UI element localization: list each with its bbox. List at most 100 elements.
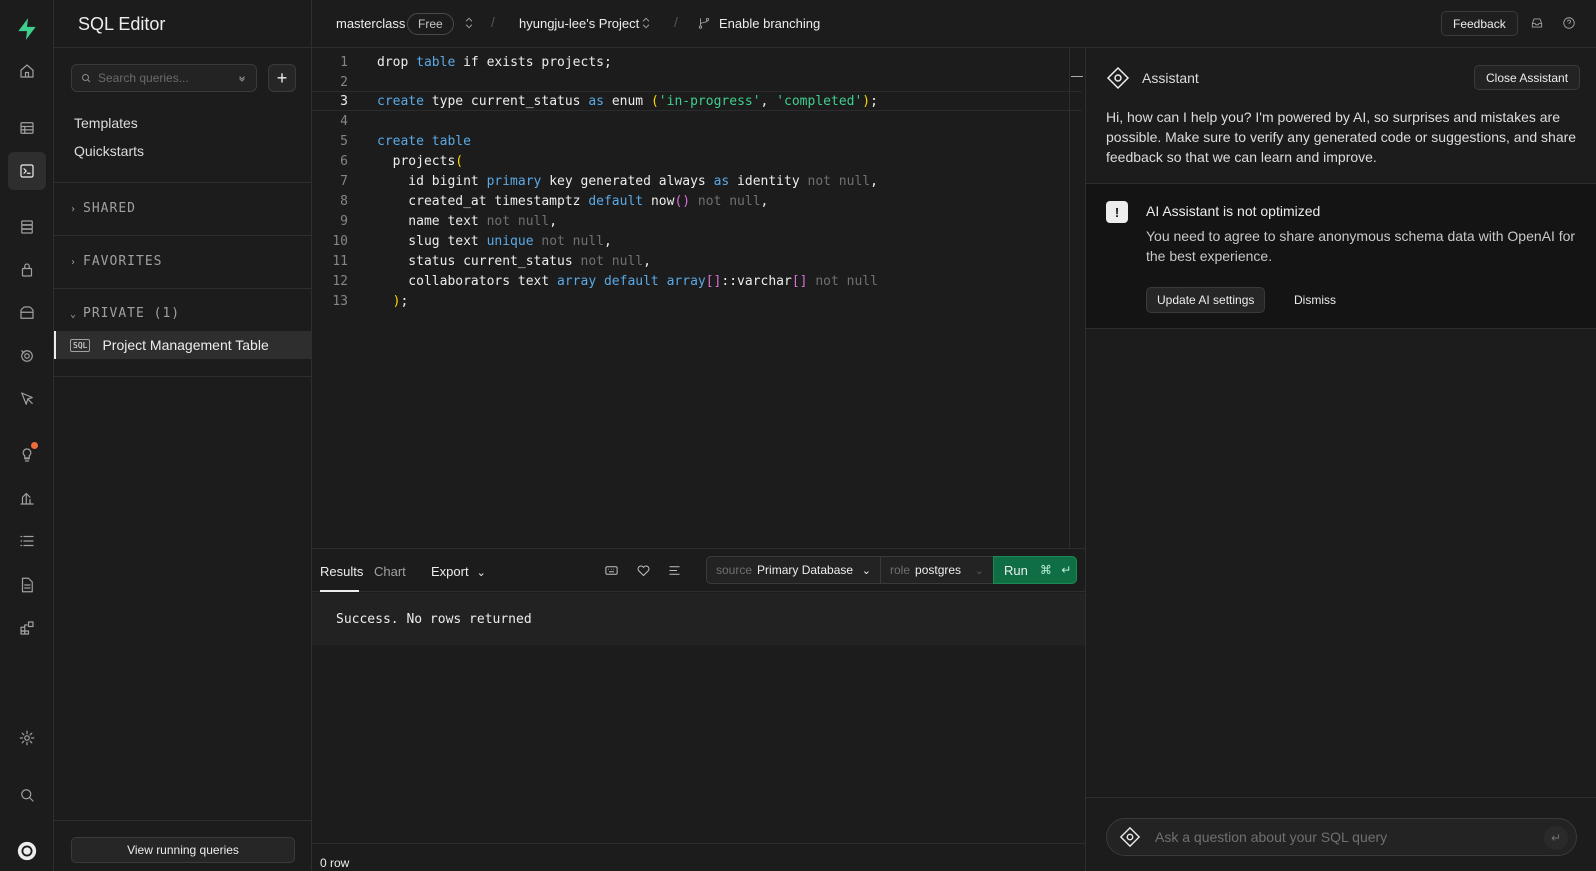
run-button[interactable]: Run ⌘ ↵ bbox=[993, 556, 1077, 584]
logo-icon[interactable] bbox=[8, 10, 46, 48]
keyboard-icon[interactable] bbox=[604, 563, 619, 581]
new-query-button[interactable]: + bbox=[268, 64, 296, 92]
active-tab-indicator bbox=[320, 590, 359, 592]
line-number: 6 bbox=[340, 153, 348, 169]
code-line[interactable]: 6 projects( bbox=[312, 151, 1082, 171]
feedback-button[interactable]: Feedback bbox=[1441, 11, 1518, 36]
code-text: if exists projects; bbox=[455, 54, 612, 70]
export-label: Export bbox=[431, 564, 469, 579]
enable-branching-button[interactable]: Enable branching bbox=[719, 16, 820, 31]
code-line[interactable]: 5 create table bbox=[312, 131, 1082, 151]
keyword: array default array bbox=[557, 273, 706, 289]
tab-chart[interactable]: Chart bbox=[374, 564, 406, 579]
ai-warning-card: ! AI Assistant is not optimized You need… bbox=[1086, 183, 1596, 329]
database-icon[interactable] bbox=[8, 208, 46, 246]
search-queries-box[interactable] bbox=[71, 64, 257, 92]
code-line[interactable]: 8 created_at timestamptz default now() n… bbox=[312, 191, 1082, 211]
api-docs-icon[interactable] bbox=[8, 566, 46, 604]
realtime-icon[interactable] bbox=[8, 337, 46, 375]
assistant-input-box[interactable]: ↵ bbox=[1106, 818, 1577, 856]
run-label: Run bbox=[1004, 562, 1028, 578]
code-line[interactable]: 10 slug text unique not null, bbox=[312, 231, 1082, 251]
bracket: [] bbox=[705, 273, 722, 289]
table-editor-icon[interactable] bbox=[8, 109, 46, 147]
code-text: , bbox=[760, 193, 769, 209]
private-section-label: PRIVATE (1) bbox=[83, 306, 181, 321]
settings-icon[interactable] bbox=[8, 719, 46, 757]
inbox-icon[interactable] bbox=[1530, 16, 1544, 33]
assistant-question-input[interactable] bbox=[1155, 829, 1535, 845]
reports-icon[interactable] bbox=[8, 479, 46, 517]
search-icon[interactable] bbox=[8, 776, 46, 814]
export-button[interactable]: Export ⌄ bbox=[431, 564, 486, 579]
code-line[interactable]: 11 status current_status not null, bbox=[312, 251, 1082, 271]
tab-results[interactable]: Results bbox=[320, 564, 363, 579]
sql-file-icon: SQL bbox=[70, 338, 91, 352]
code-line[interactable]: 13 ); bbox=[312, 291, 1082, 311]
code-text: ; bbox=[870, 93, 878, 109]
auth-icon[interactable] bbox=[8, 251, 46, 289]
org-switcher-icon[interactable] bbox=[462, 16, 476, 33]
code-line[interactable]: 7 id bigint primary key generated always… bbox=[312, 171, 1082, 191]
code-line[interactable]: 9 name text not null, bbox=[312, 211, 1082, 231]
nav-rail bbox=[0, 0, 54, 871]
dismiss-button[interactable]: Dismiss bbox=[1294, 293, 1336, 307]
home-icon[interactable] bbox=[8, 52, 46, 90]
line-number: 1 bbox=[340, 54, 348, 70]
alert-icon: ! bbox=[1106, 201, 1128, 223]
keyword: not null bbox=[580, 253, 644, 269]
search-queries-input[interactable] bbox=[98, 71, 228, 85]
keyword: drop bbox=[377, 54, 417, 70]
code-line[interactable]: 1 drop table if exists projects; bbox=[312, 52, 1082, 72]
query-item-label: Project Management Table bbox=[102, 337, 269, 353]
favorite-heart-icon[interactable] bbox=[636, 563, 651, 581]
role-select[interactable]: role postgres ⌄ bbox=[880, 556, 994, 584]
sql-sidebar: SQL Editor + Templates Quickstarts › SHAR… bbox=[54, 0, 312, 871]
divider bbox=[54, 820, 312, 821]
templates-link[interactable]: Templates bbox=[74, 115, 138, 131]
code-line[interactable]: 2 bbox=[312, 72, 1082, 92]
code-text: identity bbox=[729, 173, 808, 189]
integrations-icon[interactable] bbox=[8, 609, 46, 647]
sql-editor-icon[interactable] bbox=[8, 152, 46, 190]
format-align-icon[interactable] bbox=[667, 563, 682, 581]
line-number: 4 bbox=[340, 113, 348, 129]
shared-section[interactable]: › SHARED bbox=[54, 182, 312, 235]
view-running-queries-button[interactable]: View running queries bbox=[71, 837, 295, 863]
code-editor[interactable]: 1 drop table if exists projects; 2 3 creat… bbox=[312, 48, 1085, 548]
code-line[interactable]: 4 bbox=[312, 111, 1082, 131]
code-text: name text bbox=[377, 213, 487, 229]
project-name[interactable]: hyungju-lee's Project bbox=[519, 16, 639, 31]
query-item[interactable]: SQL Project Management Table bbox=[54, 331, 312, 359]
assistant-panel: Assistant Close Assistant Hi, how can I … bbox=[1085, 48, 1596, 871]
advisors-icon[interactable] bbox=[8, 436, 46, 474]
org-name[interactable]: masterclass bbox=[336, 16, 405, 31]
role-label: role bbox=[890, 563, 911, 577]
code-text: now bbox=[643, 193, 675, 209]
editor-scrollbar[interactable] bbox=[1069, 48, 1070, 548]
keyword: not null bbox=[533, 233, 604, 249]
close-assistant-button[interactable]: Close Assistant bbox=[1474, 65, 1581, 90]
project-switcher-icon[interactable] bbox=[639, 16, 653, 33]
update-ai-settings-button[interactable]: Update AI settings bbox=[1146, 287, 1266, 313]
send-enter-icon[interactable]: ↵ bbox=[1544, 826, 1568, 850]
favorites-section[interactable]: › FAVORITES bbox=[54, 235, 312, 288]
logs-icon[interactable] bbox=[8, 522, 46, 560]
code-text: , bbox=[760, 93, 777, 109]
quickstarts-link[interactable]: Quickstarts bbox=[74, 143, 144, 159]
chevron-down-icon: ⌄ bbox=[974, 564, 984, 577]
code-line-current[interactable]: 3 create type current_status as enum ('in… bbox=[312, 91, 1082, 111]
result-message: Success. No rows returned bbox=[312, 593, 1085, 645]
help-icon[interactable] bbox=[1562, 16, 1576, 33]
code-line[interactable]: 12 collaborators text array default arra… bbox=[312, 271, 1082, 291]
filter-chevron-icon[interactable] bbox=[236, 72, 248, 84]
edge-functions-icon[interactable] bbox=[8, 380, 46, 418]
assistant-intro: Hi, how can I help you? I'm powered by A… bbox=[1106, 109, 1577, 165]
storage-icon[interactable] bbox=[8, 294, 46, 332]
string-literal: 'completed' bbox=[776, 93, 863, 109]
source-select[interactable]: source Primary Database ⌄ bbox=[706, 556, 881, 584]
source-label: source bbox=[716, 563, 753, 577]
account-icon[interactable] bbox=[8, 832, 46, 870]
line-number: 12 bbox=[332, 273, 348, 289]
